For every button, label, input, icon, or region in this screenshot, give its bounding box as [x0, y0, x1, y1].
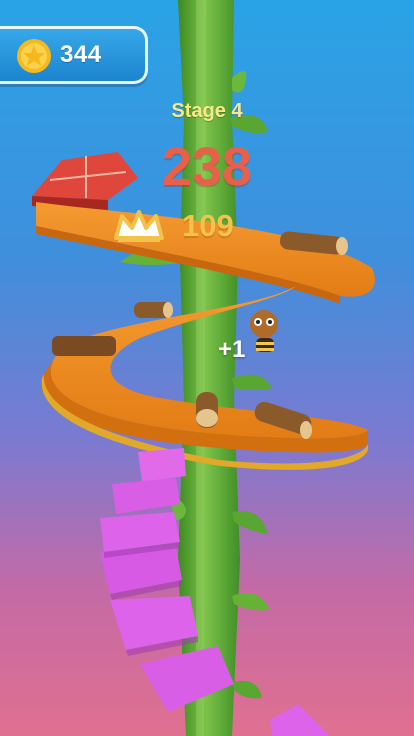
player-character — [250, 310, 278, 352]
star-coin-icon — [17, 39, 51, 73]
stage-label: Stage 4 — [171, 100, 243, 122]
log-obstacle — [196, 392, 218, 428]
best-score-group: 109 — [112, 204, 252, 250]
best-score: 109 — [182, 208, 234, 243]
log-obstacle — [52, 336, 116, 356]
coin-count: 344 — [60, 41, 102, 68]
crown-icon — [114, 210, 164, 242]
coin-counter-panel: 344 — [0, 26, 148, 84]
current-score: 238 — [161, 137, 253, 197]
log-obstacle — [134, 302, 173, 318]
bonus-popup: +1 — [218, 336, 246, 363]
